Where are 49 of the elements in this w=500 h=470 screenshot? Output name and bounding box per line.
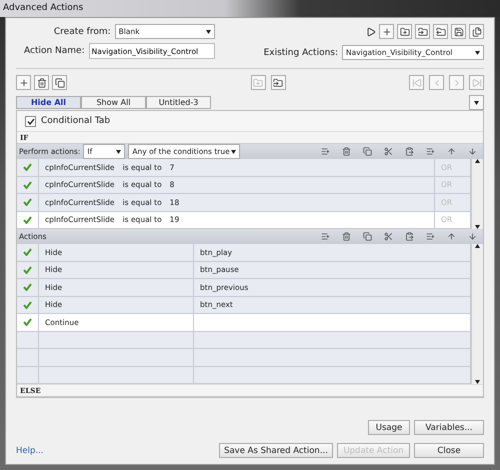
plus-icon[interactable] (16, 75, 31, 90)
dialog-button[interactable]: Close (414, 443, 484, 458)
dialog-button[interactable]: Variables... (414, 420, 484, 435)
trash-icon[interactable] (342, 232, 351, 241)
arrow-down-icon[interactable] (475, 225, 480, 229)
checkbox[interactable] (25, 116, 36, 126)
insert-row-icon[interactable] (321, 232, 330, 241)
copy-icon[interactable] (363, 147, 372, 156)
insert-row-icon[interactable] (321, 147, 330, 156)
checkbox-label: Conditional Tab (41, 116, 110, 126)
field-label: Create from: (54, 26, 111, 36)
tab-menu-button[interactable] (469, 95, 484, 110)
folder-out-icon[interactable] (433, 24, 448, 39)
folder-in-icon[interactable] (415, 24, 430, 39)
arrow-up-icon[interactable] (475, 159, 480, 163)
help-link[interactable]: Help... (16, 446, 44, 456)
folder-plus-icon[interactable] (397, 24, 412, 39)
copy-icon[interactable] (52, 75, 67, 90)
paste-icon[interactable] (405, 232, 414, 241)
scissors-icon[interactable] (384, 147, 393, 156)
tab[interactable]: Untitled-3 (146, 96, 211, 109)
caret-icon (474, 100, 479, 104)
save-icon[interactable] (451, 24, 466, 39)
caret-icon (206, 30, 211, 34)
scrollbar[interactable] (471, 159, 483, 229)
add-row-icon[interactable] (426, 147, 435, 156)
arrow-up-icon[interactable] (475, 244, 480, 248)
folder-in-icon[interactable] (270, 75, 286, 90)
window-title: Advanced Actions (0, 0, 500, 17)
caret-icon (116, 150, 122, 154)
copy-icon[interactable] (469, 24, 484, 39)
field-label: Existing Actions: (264, 48, 338, 58)
add-row-icon[interactable] (426, 232, 435, 241)
paste-icon[interactable] (405, 147, 414, 156)
field-label: Action Name: (24, 46, 85, 56)
dialog-button[interactable]: Save As Shared Action... (219, 443, 333, 458)
trash-icon[interactable] (342, 147, 351, 156)
plus-icon[interactable] (379, 24, 394, 39)
caret-icon (231, 150, 236, 154)
scissors-icon[interactable] (384, 232, 393, 241)
tab[interactable]: Hide All (16, 96, 81, 109)
trash-icon[interactable] (34, 75, 49, 90)
scrollbar[interactable] (471, 244, 483, 384)
tab[interactable]: Show All (81, 96, 146, 109)
arrow-down-icon[interactable] (475, 380, 480, 384)
dialog-button[interactable]: Usage (368, 420, 410, 435)
copy-icon[interactable] (363, 232, 372, 241)
play-icon[interactable] (366, 26, 376, 36)
caret-icon (475, 50, 480, 54)
